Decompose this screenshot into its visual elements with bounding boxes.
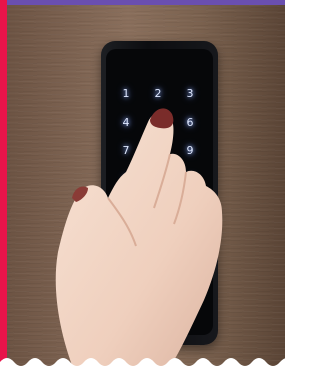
hand-illustration bbox=[55, 108, 223, 373]
wavy-bottom-edge bbox=[0, 358, 285, 373]
photo: 1 2 3 4 5 6 7 8 9 * 0 # bbox=[0, 0, 285, 373]
